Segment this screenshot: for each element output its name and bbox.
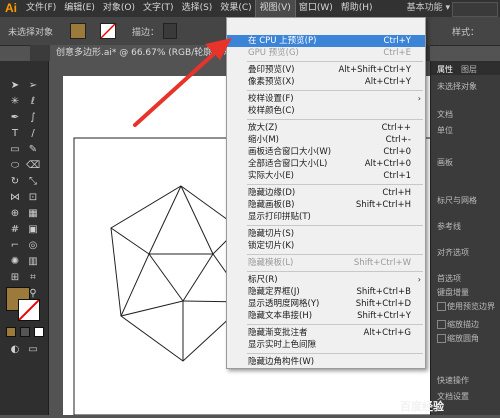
- annotation-arrow-icon: [133, 38, 232, 127]
- watermark: 百度经验: [400, 400, 444, 413]
